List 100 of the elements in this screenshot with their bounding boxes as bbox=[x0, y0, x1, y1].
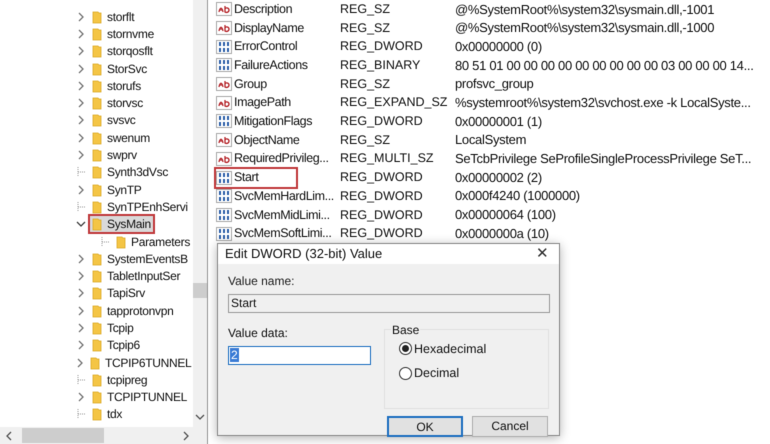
tree-item[interactable]: svsvc bbox=[90, 112, 138, 128]
folder-icon bbox=[92, 320, 102, 335]
value-name[interactable]: SvcMemSoftLimi... bbox=[216, 224, 340, 243]
folder-icon bbox=[92, 26, 102, 41]
chevron-right-icon[interactable] bbox=[77, 288, 85, 298]
tree-item[interactable]: SynTP bbox=[90, 182, 144, 198]
scrollbar-thumb[interactable] bbox=[22, 428, 104, 443]
chevron-right-icon[interactable] bbox=[77, 28, 85, 39]
ok-button[interactable]: OK bbox=[387, 416, 463, 436]
string-value-icon bbox=[216, 21, 232, 36]
value-name[interactable]: ImagePath bbox=[216, 94, 340, 112]
tree-item[interactable]: Synth3dVsc bbox=[90, 164, 170, 180]
tree-item[interactable]: TCPIPTUNNEL bbox=[90, 389, 190, 406]
scroll-down-icon[interactable] bbox=[195, 413, 205, 421]
value-name[interactable]: RequiredPrivileg... bbox=[216, 150, 340, 168]
chevron-right-icon[interactable] bbox=[77, 392, 85, 402]
radio-label: Hexadecimal bbox=[414, 340, 486, 358]
chevron-right-icon[interactable] bbox=[77, 184, 85, 195]
vertical-scrollbar[interactable] bbox=[193, 0, 207, 427]
tree-item[interactable]: Tcpip bbox=[90, 320, 136, 336]
tree-item[interactable]: StorSvc bbox=[90, 60, 149, 77]
value-data: @%SystemRoot%\system32\sysmain.dll,-1000 bbox=[455, 19, 714, 38]
chevron-right-icon[interactable] bbox=[77, 306, 85, 316]
value-type: REG_EXPAND_SZ bbox=[340, 94, 448, 112]
chevron-right-icon[interactable] bbox=[77, 115, 85, 126]
value-data: LocalSystem bbox=[455, 131, 526, 150]
value-name[interactable]: Description bbox=[216, 0, 340, 18]
tree-item-label: tcpipreg bbox=[107, 372, 148, 389]
tree-item[interactable]: Parameters bbox=[114, 234, 192, 250]
folder-icon bbox=[92, 372, 102, 387]
chevron-right-icon[interactable] bbox=[77, 132, 85, 143]
value-type: REG_DWORD bbox=[340, 38, 424, 56]
value-type: REG_DWORD bbox=[340, 113, 424, 130]
folder-icon bbox=[90, 356, 100, 370]
folder-icon bbox=[116, 234, 126, 248]
value-name-field[interactable]: Start bbox=[228, 294, 550, 312]
tree-item[interactable]: storufs bbox=[90, 78, 143, 94]
chevron-right-icon[interactable] bbox=[77, 64, 85, 74]
chevron-right-icon[interactable] bbox=[77, 98, 85, 108]
value-name-label: Value name: bbox=[228, 272, 296, 290]
tree-item[interactable]: Tcpip6 bbox=[90, 337, 142, 354]
value-name[interactable]: SvcMemHardLim... bbox=[216, 187, 340, 206]
value-name[interactable]: MitigationFlags bbox=[216, 112, 340, 130]
chevron-right-icon[interactable] bbox=[76, 358, 84, 368]
tree-item[interactable]: stornvme bbox=[90, 26, 156, 42]
value-name[interactable]: DisplayName bbox=[216, 19, 340, 38]
tree-item[interactable]: TapiSrv bbox=[90, 285, 147, 302]
binary-value-icon bbox=[216, 58, 232, 72]
value-name[interactable]: SvcMemMidLimi... bbox=[216, 206, 340, 224]
binary-value-icon bbox=[216, 226, 232, 241]
tree-item[interactable]: storqosflt bbox=[90, 43, 155, 60]
chevron-right-icon[interactable] bbox=[77, 80, 85, 91]
folder-icon bbox=[92, 390, 102, 404]
binary-value-icon bbox=[216, 170, 232, 185]
scrollbar-thumb[interactable] bbox=[193, 283, 207, 298]
string-value-icon bbox=[216, 77, 232, 92]
folder-icon bbox=[92, 148, 102, 162]
dialog-title: Edit DWORD (32-bit) Value bbox=[225, 245, 382, 263]
tree-item[interactable]: tdx bbox=[90, 406, 124, 422]
chevron-right-icon[interactable] bbox=[77, 12, 85, 22]
string-value-icon bbox=[216, 96, 232, 110]
value-name[interactable]: Start bbox=[216, 168, 296, 187]
tree-item-label: Parameters bbox=[131, 234, 190, 250]
tree-item[interactable]: storvsc bbox=[90, 95, 145, 112]
tree-item[interactable]: swprv bbox=[90, 147, 139, 164]
tree-item[interactable]: swenum bbox=[90, 130, 152, 146]
value-name[interactable]: ErrorControl bbox=[216, 38, 340, 56]
value-name[interactable]: ObjectName bbox=[216, 131, 340, 150]
value-name[interactable]: FailureActions bbox=[216, 56, 340, 74]
scroll-right-icon[interactable] bbox=[182, 430, 190, 440]
tree-item[interactable]: TCPIP6TUNNEL bbox=[88, 354, 193, 371]
folder-icon bbox=[92, 182, 102, 197]
tree-item-label: StorSvc bbox=[107, 60, 147, 78]
tree-item[interactable]: SystemEventsB bbox=[90, 250, 190, 267]
chevron-right-icon[interactable] bbox=[77, 150, 85, 160]
scroll-left-icon[interactable] bbox=[5, 430, 13, 440]
value-data-field[interactable]: 2 bbox=[228, 346, 371, 364]
chevron-right-icon[interactable] bbox=[77, 271, 85, 282]
horizontal-scrollbar[interactable] bbox=[0, 427, 207, 444]
chevron-right-icon[interactable] bbox=[77, 46, 85, 56]
radio-button[interactable] bbox=[399, 367, 412, 380]
chevron-right-icon[interactable] bbox=[77, 254, 85, 264]
tree-item[interactable]: SynTPEnhServi bbox=[90, 198, 190, 215]
close-button[interactable]: ✕ bbox=[536, 246, 549, 262]
radio-button[interactable] bbox=[399, 342, 412, 356]
chevron-right-icon[interactable] bbox=[77, 340, 85, 350]
tree-item-label: Synth3dVsc bbox=[107, 164, 168, 182]
folder-icon bbox=[92, 10, 102, 24]
tree-item[interactable]: tcpipreg bbox=[90, 372, 150, 388]
chevron-right-icon[interactable] bbox=[77, 322, 85, 333]
chevron-down-icon[interactable] bbox=[76, 220, 86, 228]
folder-icon bbox=[92, 407, 102, 422]
tree-item[interactable]: tapprotonvpn bbox=[90, 302, 176, 319]
value-name[interactable]: Group bbox=[216, 75, 340, 94]
tree-item[interactable]: TabletInputSer bbox=[90, 268, 182, 284]
folder-icon bbox=[92, 165, 102, 180]
tree-item[interactable]: storflt bbox=[90, 8, 136, 25]
cancel-button[interactable]: Cancel bbox=[472, 416, 548, 436]
folder-icon bbox=[92, 269, 102, 284]
tree-item[interactable]: SysMain bbox=[90, 216, 153, 232]
